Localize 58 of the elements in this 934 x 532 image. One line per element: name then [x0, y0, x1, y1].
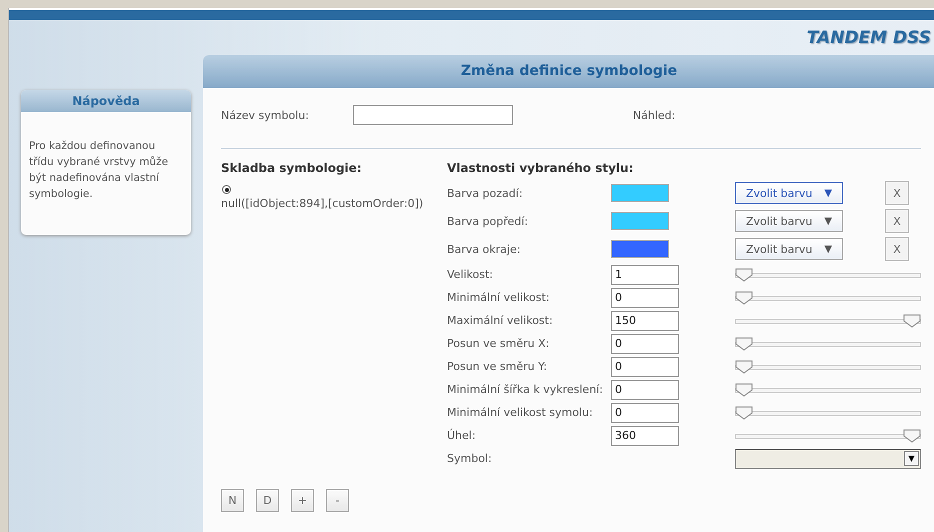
property-label: Maximální velikost:	[447, 313, 554, 329]
pick-color-button[interactable]: Zvolit barvu ▼	[735, 238, 843, 260]
property-label: Barva pozadí:	[447, 186, 524, 202]
pick-color-button[interactable]: Zvolit barvu ▼	[735, 182, 843, 204]
symbol-name-field[interactable]	[352, 105, 513, 125]
property-label: Úhel:	[447, 428, 477, 444]
radio-label[interactable]: null([idObject:894],[customOrder:0])	[221, 197, 447, 210]
toolbar-button[interactable]: D	[256, 489, 279, 512]
symbol-select[interactable]: ▼	[735, 448, 921, 468]
clear-button[interactable]: X	[885, 209, 909, 233]
property-label: Minimální šířka k vykreslení:	[447, 382, 604, 398]
property-label: Barva okraje:	[447, 242, 522, 258]
number-field[interactable]: 0	[611, 334, 679, 354]
slider-thumb[interactable]	[735, 406, 753, 420]
slider[interactable]	[735, 406, 921, 420]
help-title: Nápověda	[21, 90, 191, 112]
slider[interactable]	[735, 268, 921, 282]
pick-color-button[interactable]: Zvolit barvu ▼	[735, 210, 843, 232]
number-field[interactable]: 150	[611, 310, 679, 330]
slider-thumb[interactable]	[735, 360, 753, 374]
property-label: Minimální velikost:	[447, 290, 550, 306]
help-text: Pro každou definovanou třídu vybrané vrstvy může být nadefinována vlastní symbologie.	[28, 139, 170, 202]
section-title: Vlastnosti vybraného stylu:	[447, 161, 634, 175]
number-field[interactable]: 0	[611, 380, 679, 400]
radio-button[interactable]	[222, 185, 231, 194]
clear-button[interactable]: X	[885, 237, 909, 261]
slider-thumb[interactable]	[735, 336, 753, 350]
number-field[interactable]: 1	[611, 264, 679, 284]
brand-title: TANDEM DSS	[806, 28, 931, 48]
toolbar-button[interactable]: +	[291, 489, 314, 512]
slider[interactable]	[735, 290, 921, 304]
slider-thumb[interactable]	[735, 268, 753, 282]
slider-thumb[interactable]	[903, 314, 921, 328]
slider[interactable]	[735, 314, 921, 328]
property-label: Barva popředí:	[447, 214, 530, 230]
property-label: Posun ve směru X:	[447, 336, 550, 352]
clear-button[interactable]: X	[885, 181, 909, 205]
toolbar-button[interactable]: -	[326, 489, 349, 512]
slider[interactable]	[735, 382, 921, 396]
slider-thumb[interactable]	[903, 428, 921, 442]
number-field[interactable]: 0	[611, 356, 679, 376]
section-title: Skladba symbologie:	[221, 161, 363, 175]
slider[interactable]	[735, 428, 921, 442]
number-field[interactable]: 0	[611, 288, 679, 308]
number-field[interactable]: 0	[611, 402, 679, 422]
property-label: Velikost:	[447, 267, 494, 283]
slider-thumb[interactable]	[735, 382, 753, 396]
preview-label: Náhled:	[632, 108, 676, 122]
number-field[interactable]: 360	[611, 426, 679, 446]
slider[interactable]	[735, 336, 921, 350]
field-label: Název symbolu:	[221, 108, 309, 122]
toolbar-button[interactable]: N	[221, 489, 244, 512]
slider[interactable]	[735, 360, 921, 374]
property-label: Minimální velikost symolu:	[447, 405, 594, 421]
property-label: Symbol:	[447, 451, 493, 467]
dialog-title: Změna definice symbologie	[203, 55, 934, 88]
property-label: Posun ve směru Y:	[447, 359, 548, 375]
slider-thumb[interactable]	[735, 290, 753, 304]
